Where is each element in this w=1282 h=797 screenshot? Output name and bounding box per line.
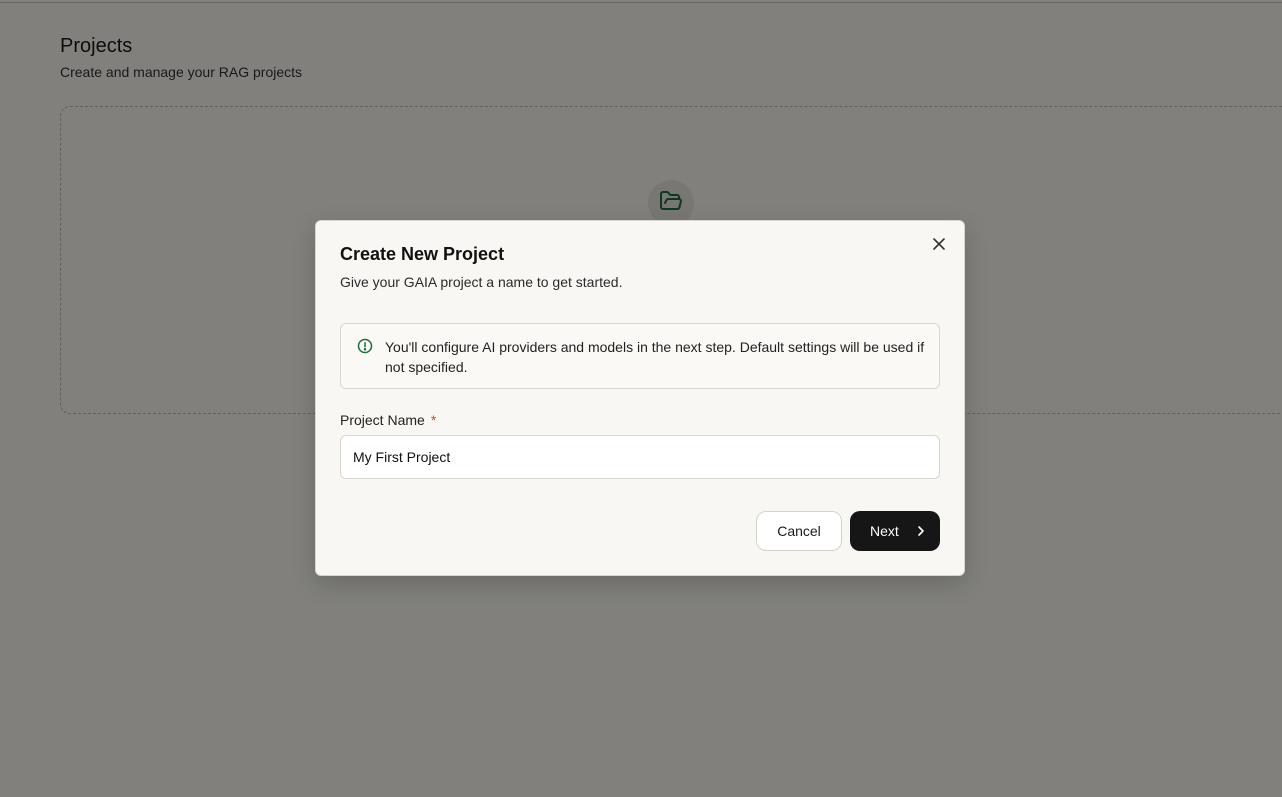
chevron-right-icon: [915, 525, 927, 537]
required-mark: *: [430, 412, 437, 428]
close-icon: [932, 237, 946, 256]
project-name-input[interactable]: [340, 435, 940, 479]
create-project-dialog: Create New Project Give your GAIA projec…: [315, 220, 965, 576]
dialog-title: Create New Project: [340, 244, 505, 264]
next-button[interactable]: Next: [850, 511, 940, 551]
next-button-label: Next: [870, 523, 899, 539]
info-text: You'll configure AI providers and models…: [385, 339, 925, 375]
projects-page: Projects Create and manage your RAG proj…: [0, 0, 1282, 797]
info-callout: You'll configure AI providers and models…: [340, 323, 940, 389]
dialog-description: Give your GAIA project a name to get sta…: [340, 274, 623, 290]
project-name-label-text: Project Name: [340, 412, 425, 428]
project-name-label: Project Name *: [340, 412, 436, 428]
close-button[interactable]: [930, 237, 948, 255]
info-circle-icon: [357, 338, 373, 354]
cancel-button[interactable]: Cancel: [756, 511, 842, 551]
